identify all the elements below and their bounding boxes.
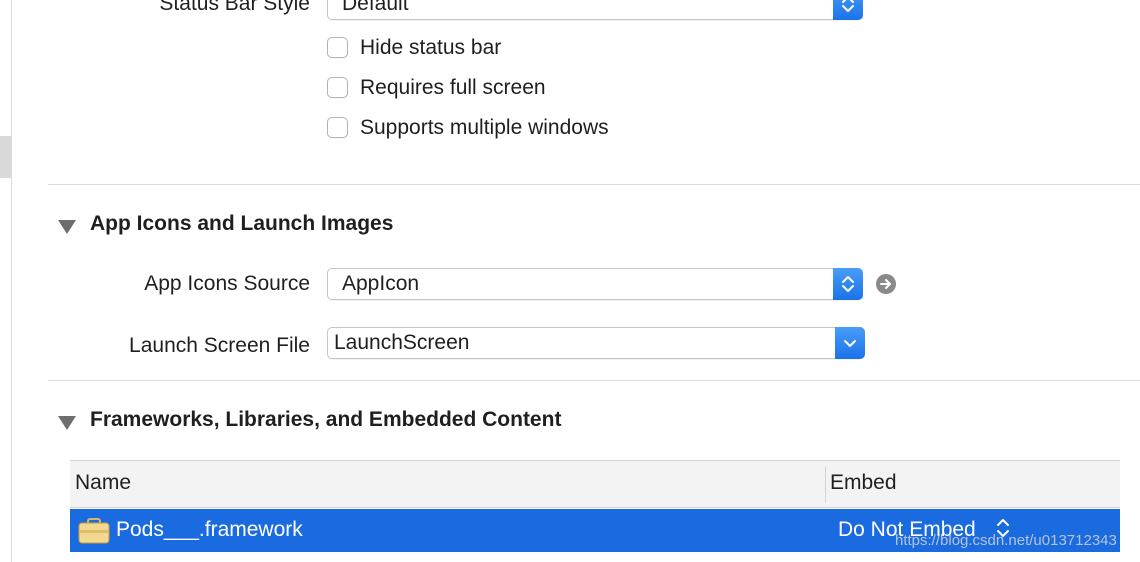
section-title: Frameworks, Libraries, and Embedded Cont… (90, 408, 562, 431)
framework-toolbox-icon (78, 518, 110, 544)
section-divider (48, 184, 1140, 185)
status-bar-style-popup[interactable]: Default (327, 0, 863, 20)
left-panel-border (11, 0, 12, 562)
disclosure-triangle-icon[interactable] (58, 416, 76, 430)
hide-status-bar-checkbox[interactable] (327, 37, 348, 58)
checkbox-label: Supports multiple windows (360, 116, 609, 139)
supports-multiple-windows-checkbox[interactable] (327, 117, 348, 138)
section-title: App Icons and Launch Images (90, 212, 394, 235)
status-bar-style-value: Default (342, 0, 409, 15)
table-header: Name Embed (70, 460, 1120, 508)
launch-screen-file-combo[interactable]: LaunchScreen (327, 327, 865, 359)
status-bar-style-label: Status Bar Style (159, 0, 310, 15)
launch-screen-file-label: Launch Screen File (129, 334, 310, 357)
up-down-chevron-icon[interactable] (833, 0, 863, 20)
up-down-chevron-icon[interactable] (833, 268, 863, 300)
requires-full-screen-checkbox[interactable] (327, 77, 348, 98)
launch-screen-file-value[interactable]: LaunchScreen (334, 331, 469, 355)
chevron-down-icon[interactable] (835, 327, 865, 359)
app-icons-source-popup[interactable]: AppIcon (327, 268, 863, 300)
checkbox-label: Requires full screen (360, 76, 546, 99)
disclosure-triangle-icon[interactable] (58, 220, 76, 234)
app-icons-source-label: App Icons Source (144, 272, 310, 295)
watermark: https://blog.csdn.net/u013712343 (895, 532, 1117, 549)
section-divider (48, 380, 1140, 381)
framework-name: Pods___.framework (116, 518, 303, 541)
app-icons-source-value: AppIcon (342, 272, 420, 295)
go-to-arrow-icon[interactable] (876, 274, 896, 294)
checkbox-label: Hide status bar (360, 36, 502, 59)
column-separator[interactable] (825, 467, 826, 503)
column-header-embed[interactable]: Embed (830, 471, 897, 495)
column-header-name[interactable]: Name (75, 471, 131, 495)
left-panel-scroll-indicator (0, 136, 11, 178)
